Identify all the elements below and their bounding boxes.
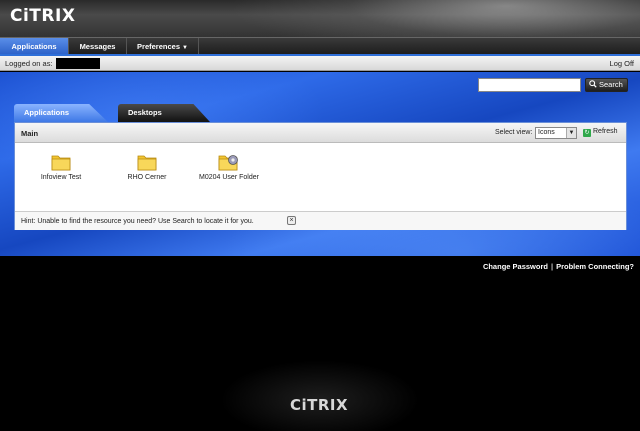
chevron-down-icon: ▼	[566, 128, 576, 138]
refresh-button[interactable]: ↻ Refresh	[583, 128, 618, 137]
nav-tab-applications[interactable]: Applications	[0, 38, 69, 55]
folder-icon	[51, 155, 71, 171]
panel-title: Main	[21, 129, 39, 138]
footer-citrix-logo: CiTRIX	[290, 396, 349, 414]
app-item-label: Infoview Test	[40, 174, 82, 181]
log-off-link[interactable]: Log Off	[610, 59, 634, 68]
citrix-logo: CiTRIX	[10, 6, 76, 26]
folder-icon	[137, 155, 157, 171]
session-bar: Logged on as: Log Off	[0, 56, 640, 71]
view-select[interactable]: Icons ▼	[535, 127, 577, 139]
app-item-infoview-test[interactable]: Infoview Test	[21, 153, 101, 181]
app-item-rho-cerner[interactable]: RHO Cerner	[107, 153, 187, 181]
problem-connecting-link[interactable]: Problem Connecting?	[556, 262, 634, 271]
folder-gear-icon	[218, 155, 238, 171]
panel-header: Main Select view: Icons ▼ ↻ Refresh	[15, 123, 626, 143]
hint-text: Hint: Unable to find the resource you ne…	[21, 218, 254, 225]
search-input[interactable]	[478, 78, 581, 92]
main-nav: Applications Messages Preferences ▼	[0, 37, 640, 56]
hint-bar: Hint: Unable to find the resource you ne…	[15, 211, 626, 230]
redacted-username	[56, 58, 100, 69]
chevron-down-icon: ▼	[182, 45, 188, 51]
nav-tab-label: Preferences	[137, 42, 180, 51]
close-icon[interactable]: ×	[287, 216, 296, 225]
app-item-m0204-user-folder[interactable]: M0204 User Folder	[189, 153, 269, 181]
change-password-link[interactable]: Change Password	[483, 262, 548, 271]
top-header: CiTRIX	[0, 0, 640, 37]
search-icon	[589, 80, 597, 88]
select-view-label: Select view:	[495, 129, 533, 136]
nav-tab-preferences[interactable]: Preferences ▼	[127, 38, 199, 55]
app-item-label: M0204 User Folder	[199, 174, 259, 181]
search-button[interactable]: Search	[585, 78, 628, 92]
nav-tab-messages[interactable]: Messages	[69, 38, 127, 55]
app-item-label: RHO Cerner	[127, 174, 167, 181]
header-sheen	[230, 0, 640, 37]
logged-on-label: Logged on as:	[5, 59, 53, 68]
nav-tab-label: Applications	[11, 42, 57, 51]
refresh-label: Refresh	[593, 128, 618, 135]
footer-links: Change Password | Problem Connecting?	[483, 262, 634, 271]
view-select-value: Icons	[538, 129, 555, 136]
divider: |	[550, 262, 554, 271]
nav-tab-label: Messages	[79, 42, 116, 51]
applications-panel: Main Select view: Icons ▼ ↻ Refresh Infov…	[14, 122, 627, 230]
search-button-label: Search	[599, 80, 623, 89]
refresh-icon: ↻	[583, 129, 591, 137]
